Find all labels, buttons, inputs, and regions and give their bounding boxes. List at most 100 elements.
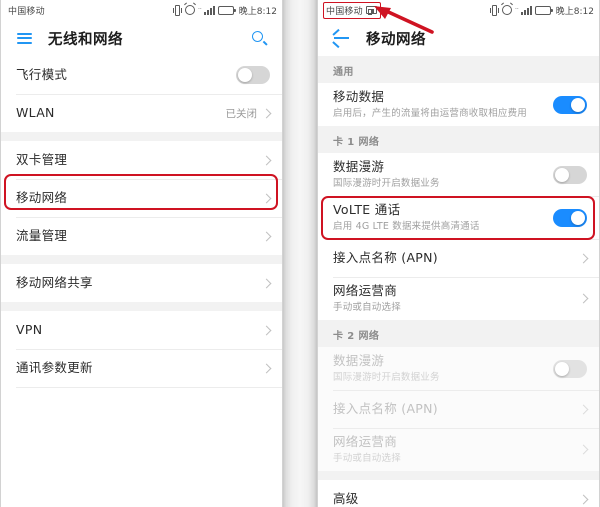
list-item-data-roaming-sim1[interactable]: 数据漫游 国际漫游时开启数据业务: [317, 153, 600, 196]
list-item-vpn[interactable]: VPN: [0, 311, 283, 349]
section-sim2: 数据漫游 国际漫游时开启数据业务 接入点名称 (APN) 网络运营商 手动或自动…: [317, 347, 600, 471]
alarm-icon: [501, 5, 512, 15]
list-item-operator-sim1[interactable]: 网络运营商 手动或自动选择: [317, 277, 600, 320]
row-title: WLAN: [16, 105, 55, 120]
left-status-icons: ·· 晚上8:12: [172, 4, 277, 17]
chevron-right-icon: [578, 494, 589, 504]
list-item-airplane-mode[interactable]: 飞行模式: [0, 56, 283, 94]
list-item-dual-sim[interactable]: 双卡管理: [0, 141, 283, 179]
right-status-icons: ·· 晚上8:12: [489, 4, 594, 17]
list-item-advanced[interactable]: 高级: [317, 480, 600, 507]
settings-group-connectivity: 飞行模式 WLAN 已关闭: [0, 56, 283, 132]
list-item-comm-params-update[interactable]: 通讯参数更新: [0, 349, 283, 387]
section-general: 移动数据 启用后，产生的流量将由运营商收取相应费用: [317, 83, 600, 126]
chevron-right-icon: [261, 325, 272, 335]
row-title: 移动网络: [16, 190, 68, 205]
row-subtitle: 手动或自动选择: [333, 302, 401, 313]
row-title: 接入点名称 (APN): [333, 250, 438, 265]
list-item-data-usage[interactable]: 流量管理: [0, 217, 283, 255]
row-subtitle: 启用 4G LTE 数据来提供高清通话: [333, 221, 480, 232]
chevron-right-icon: [261, 193, 272, 203]
chevron-right-icon: [261, 363, 272, 373]
page-title: 无线和网络: [48, 31, 123, 48]
list-item-mobile-data[interactable]: 移动数据 启用后，产生的流量将由运营商收取相应费用: [317, 83, 600, 126]
left-carrier-group: 中国移动: [8, 4, 45, 17]
left-phone-screen: 中国移动 ·· 晚上8:12 无线和网络 飞行模式 WLAN 已关闭 双卡管理 …: [0, 0, 283, 507]
row-title: 双卡管理: [16, 152, 68, 167]
left-settings-list[interactable]: 飞行模式 WLAN 已关闭 双卡管理 移动网络 流量管理 移动网络共享 VPN …: [0, 56, 283, 507]
list-item-data-roaming-sim2: 数据漫游 国际漫游时开启数据业务: [317, 347, 600, 390]
list-item-mobile-network[interactable]: 移动网络: [0, 179, 283, 217]
left-app-bar: 无线和网络: [0, 20, 283, 56]
screenshot-stage: 中国移动 ·· 晚上8:12 无线和网络 飞行模式 WLAN 已关闭 双卡管理 …: [0, 0, 600, 507]
row-title: 网络运营商: [333, 283, 398, 298]
row-subtitle: 启用后，产生的流量将由运营商收取相应费用: [333, 108, 528, 119]
battery-icon: [217, 5, 236, 15]
status-clock: 晚上8:12: [555, 6, 594, 17]
chevron-right-icon: [578, 404, 589, 414]
group-spacer: [317, 471, 600, 480]
section-header-general: 通用: [317, 56, 600, 83]
left-status-bar: 中国移动 ·· 晚上8:12: [0, 0, 283, 20]
chevron-right-icon: [578, 253, 589, 263]
mobile-data-toggle[interactable]: [553, 95, 587, 114]
vibrate-icon: [489, 4, 499, 16]
carrier-name: 中国移动: [326, 6, 363, 17]
airplane-mode-toggle[interactable]: [236, 66, 270, 84]
chevron-right-icon: [261, 231, 272, 241]
dual-sim-indicator-icon: ··: [197, 6, 202, 13]
signal-icon: [203, 5, 215, 15]
hamburger-menu-icon[interactable]: [12, 26, 36, 50]
list-empty-area: [0, 388, 283, 507]
chevron-right-icon: [578, 444, 589, 455]
carrier-name: 中国移动: [8, 6, 45, 17]
row-title: 移动网络共享: [16, 275, 93, 290]
wlan-status-value: 已关闭: [225, 107, 258, 120]
list-item-wlan[interactable]: WLAN 已关闭: [0, 94, 283, 132]
red-arrow-pointer: [374, 6, 434, 34]
right-phone-screen: 中国移动 ·· 晚上8:12 移动网络 通用 移动数据 启用后，产生的流量将由运…: [317, 0, 600, 507]
row-subtitle: 国际漫游时开启数据业务: [333, 178, 440, 189]
row-title: 数据漫游: [333, 353, 385, 368]
row-subtitle: 手动或自动选择: [333, 453, 401, 464]
battery-icon: [534, 5, 553, 15]
row-title: 飞行模式: [16, 67, 68, 82]
chevron-right-icon: [261, 155, 272, 165]
row-title: 流量管理: [16, 228, 68, 243]
section-sim1: 数据漫游 国际漫游时开启数据业务 VoLTE 通话 启用 4G LTE 数据来提…: [317, 153, 600, 320]
back-arrow-icon[interactable]: [329, 26, 353, 50]
section-advanced: 高级: [317, 480, 600, 507]
row-title: 网络运营商: [333, 434, 398, 449]
volte-toggle[interactable]: [553, 208, 587, 227]
row-title: VoLTE 通话: [333, 202, 401, 217]
search-icon[interactable]: [247, 26, 271, 50]
data-roaming-toggle-sim1[interactable]: [553, 165, 587, 184]
section-header-sim2: 卡 2 网络: [317, 320, 600, 347]
list-item-operator-sim2: 网络运营商 手动或自动选择: [317, 428, 600, 471]
list-item-apn-sim1[interactable]: 接入点名称 (APN): [317, 239, 600, 277]
chevron-right-icon: [261, 278, 272, 288]
settings-group-tethering: 移动网络共享: [0, 264, 283, 302]
section-header-sim1: 卡 1 网络: [317, 126, 600, 153]
list-item-volte[interactable]: VoLTE 通话 启用 4G LTE 数据来提供高清通话: [317, 196, 600, 239]
signal-icon: [520, 5, 532, 15]
settings-group-mobile: 双卡管理 移动网络 流量管理: [0, 141, 283, 255]
alarm-icon: [184, 5, 195, 15]
mobile-network-settings-list[interactable]: 通用 移动数据 启用后，产生的流量将由运营商收取相应费用 卡 1 网络 数据漫游…: [317, 56, 600, 507]
row-title: 高级: [333, 491, 359, 506]
row-title: VPN: [16, 322, 43, 337]
chevron-right-icon: [578, 293, 589, 304]
group-spacer: [0, 302, 283, 311]
group-spacer: [0, 132, 283, 141]
panel-gutter: [283, 0, 317, 507]
list-item-tethering[interactable]: 移动网络共享: [0, 264, 283, 302]
list-item-apn-sim2: 接入点名称 (APN): [317, 390, 600, 428]
group-spacer: [0, 255, 283, 264]
settings-group-misc: VPN 通讯参数更新: [0, 311, 283, 507]
row-title: 数据漫游: [333, 159, 385, 174]
data-roaming-toggle-sim2: [553, 359, 587, 378]
row-title: 通讯参数更新: [16, 360, 93, 375]
row-title: 接入点名称 (APN): [333, 401, 438, 416]
row-subtitle: 国际漫游时开启数据业务: [333, 372, 440, 383]
status-clock: 晚上8:12: [238, 6, 277, 17]
